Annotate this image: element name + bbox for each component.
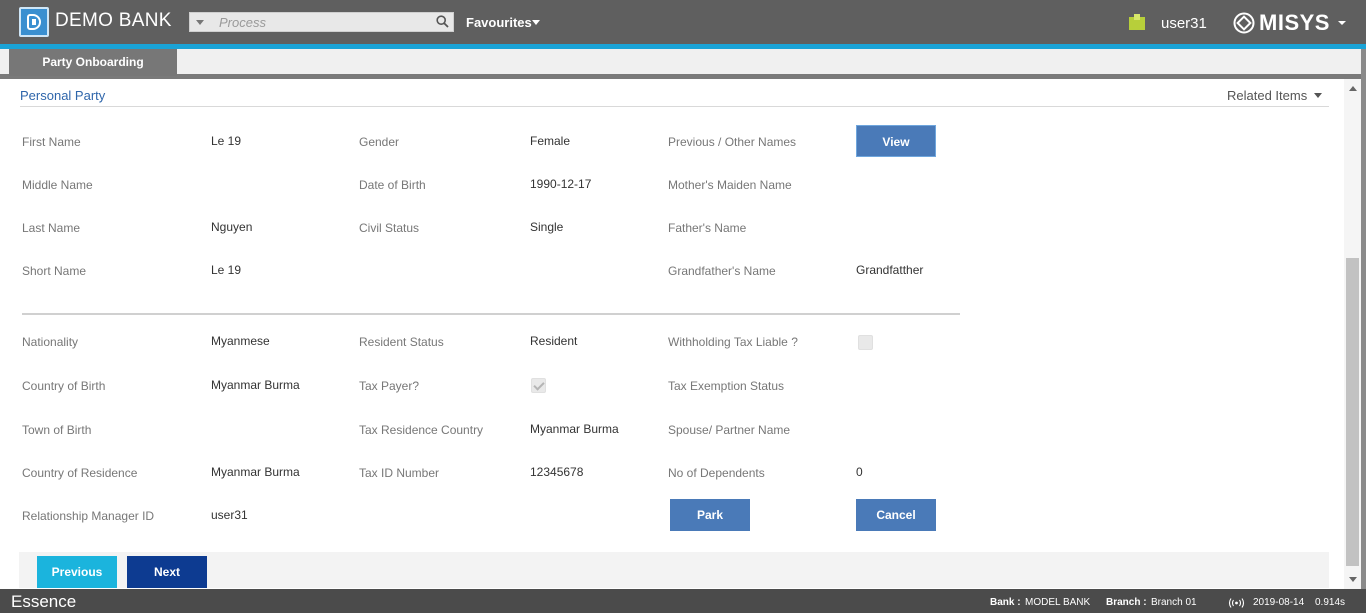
scroll-up-arrow-icon[interactable]: [1349, 86, 1357, 91]
tax-id-number-value: 12345678: [530, 465, 584, 479]
vendor-name[interactable]: MISYS: [1259, 10, 1330, 36]
withholding-tax-liable-label: Withholding Tax Liable ?: [668, 335, 798, 349]
last-name-value: Nguyen: [211, 220, 253, 234]
first-name-value: Le 19: [211, 134, 242, 148]
first-name-label: First Name: [22, 135, 81, 149]
spouse-partner-name-label: Spouse/ Partner Name: [668, 423, 791, 437]
gender-label: Gender: [359, 135, 400, 149]
section-divider: [20, 106, 1329, 107]
scrollbar-thumb[interactable]: [1346, 258, 1359, 566]
chevron-down-icon[interactable]: [196, 20, 204, 25]
resident-status-value: Resident: [530, 334, 578, 348]
grandfathers-name-value: Grandfatther: [856, 263, 924, 277]
resident-status-label: Resident Status: [359, 335, 444, 349]
short-name-label: Short Name: [22, 264, 87, 278]
session-date: 2019-08-14: [1253, 597, 1305, 608]
fathers-name-label: Father's Name: [668, 221, 747, 235]
no-of-dependents-value: 0: [856, 465, 863, 479]
country-of-residence-value: Myanmar Burma: [211, 465, 300, 479]
username[interactable]: user31: [1161, 15, 1207, 32]
short-name-value: Le 19: [211, 263, 242, 277]
previous-names-label: Previous / Other Names: [668, 135, 797, 149]
tax-payer-checkbox[interactable]: [531, 378, 546, 393]
nationality-label: Nationality: [22, 335, 79, 349]
nationality-value: Myanmese: [211, 334, 270, 348]
tax-id-number-label: Tax ID Number: [359, 466, 440, 480]
branch-label: Branch :: [1106, 597, 1147, 608]
tax-exemption-status-label: Tax Exemption Status: [668, 379, 785, 393]
next-button[interactable]: Next: [127, 556, 207, 588]
grandfathers-name-label: Grandfather's Name: [668, 264, 776, 278]
relationship-manager-id-label: Relationship Manager ID: [22, 509, 155, 523]
misys-logo-icon: [1233, 12, 1255, 34]
search-placeholder[interactable]: Process: [219, 15, 266, 30]
bank-label: Bank :: [990, 597, 1021, 608]
tax-payer-label: Tax Payer?: [359, 379, 420, 393]
no-of-dependents-label: No of Dependents: [668, 466, 765, 480]
withholding-tax-liable-checkbox[interactable]: [858, 335, 873, 350]
middle-name-label: Middle Name: [22, 178, 93, 192]
process-search[interactable]: Process: [189, 12, 454, 32]
response-time: 0.914s: [1315, 597, 1346, 608]
civil-status-label: Civil Status: [359, 221, 420, 235]
view-button[interactable]: View: [856, 125, 936, 157]
country-of-birth-value: Myanmar Burma: [211, 378, 300, 392]
signal-icon: [1228, 598, 1245, 608]
last-name-label: Last Name: [22, 221, 81, 235]
chevron-down-icon[interactable]: [1338, 21, 1346, 25]
park-button[interactable]: Park: [670, 499, 750, 531]
section-title: Personal Party: [20, 88, 106, 103]
country-of-residence-label: Country of Residence: [22, 466, 138, 480]
date-of-birth-value: 1990-12-17: [530, 177, 592, 191]
scroll-down-arrow-icon[interactable]: [1349, 577, 1357, 582]
favourites-menu[interactable]: Favourites: [466, 15, 532, 30]
navigation-bar: [19, 552, 1329, 588]
related-items-menu[interactable]: Related Items: [1227, 88, 1307, 103]
tab-strip: [0, 49, 1366, 76]
town-of-birth-label: Town of Birth: [22, 423, 92, 437]
date-of-birth-label: Date of Birth: [359, 178, 426, 192]
country-of-birth-label: Country of Birth: [22, 379, 106, 393]
window-edge: [1361, 49, 1366, 593]
civil-status-value: Single: [530, 220, 564, 234]
section-divider: [22, 313, 960, 315]
previous-button[interactable]: Previous: [37, 556, 117, 588]
cancel-button[interactable]: Cancel: [856, 499, 936, 531]
branch-value: Branch 01: [1151, 597, 1197, 608]
brand-name: DEMO BANK: [55, 10, 172, 31]
chevron-down-icon[interactable]: [1314, 93, 1322, 98]
bank-value: MODEL BANK: [1025, 597, 1091, 608]
user-icon[interactable]: [1129, 14, 1145, 30]
product-name: Essence: [11, 592, 77, 611]
tax-residence-country-label: Tax Residence Country: [359, 423, 484, 437]
mothers-maiden-name-label: Mother's Maiden Name: [668, 178, 792, 192]
search-icon[interactable]: [436, 15, 449, 28]
chevron-down-icon[interactable]: [532, 20, 540, 25]
tax-residence-country-value: Myanmar Burma: [530, 422, 619, 436]
gender-value: Female: [530, 134, 571, 148]
relationship-manager-id-value: user31: [211, 508, 248, 522]
logo-icon[interactable]: [19, 7, 49, 37]
tab-party-onboarding[interactable]: Party Onboarding: [9, 49, 177, 76]
